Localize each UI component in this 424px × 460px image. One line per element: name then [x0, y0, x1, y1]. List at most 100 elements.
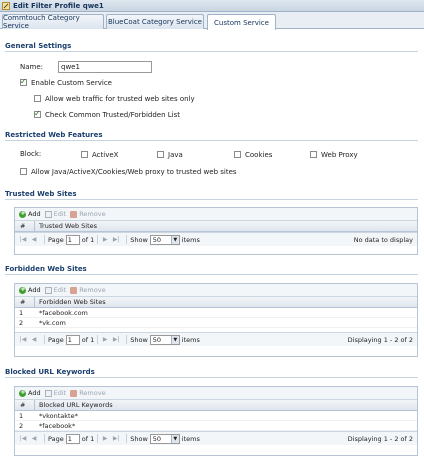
grid-pager: |◀ ◀ Page 1 of 1 ▶ ▶| Show 50 ▼ items Dis… [15, 332, 417, 346]
name-label: Name: [20, 63, 44, 71]
block-activex-checkbox[interactable] [81, 151, 88, 158]
page-of-label: of 1 [81, 335, 95, 344]
prev-page-icon[interactable]: ◀ [30, 336, 38, 344]
table-row[interactable]: 1 *vkontakte* [15, 411, 417, 421]
page-size-select[interactable]: 50 ▼ [149, 433, 180, 444]
divider [44, 335, 45, 344]
last-page-icon[interactable]: ▶| [112, 236, 120, 244]
column-keywords-header[interactable]: Blocked URL Keywords [35, 400, 417, 410]
next-page-icon[interactable]: ▶ [101, 236, 109, 244]
edit-button[interactable]: Edit [44, 389, 67, 397]
divider [5, 377, 418, 378]
blocked-keywords-title: Blocked URL Keywords [5, 368, 95, 376]
allow-trusted-features-checkbox[interactable] [20, 168, 27, 175]
blocked-keywords-grid: Add Edit Remove # Blocked URL Keywords 1… [14, 386, 418, 456]
row-value: *facebook.com [39, 309, 88, 317]
add-icon [19, 209, 26, 218]
enable-custom-service-checkbox[interactable] [20, 77, 27, 86]
tab-commtouch[interactable]: Commtouch Category Service [2, 14, 104, 30]
column-trusted-header[interactable]: Trusted Web Sites [35, 221, 417, 231]
remove-button[interactable]: Remove [70, 286, 106, 294]
block-activex-label: ActiveX [92, 151, 119, 159]
allow-trusted-only-checkbox[interactable] [34, 95, 41, 102]
grid-toolbar: Add Edit Remove [15, 387, 417, 400]
edit-button[interactable]: Edit [44, 286, 66, 294]
forbidden-sites-grid: Add Edit Remove # Forbidden Web Sites 1 … [14, 283, 418, 357]
grid-status: No data to display [353, 236, 413, 244]
tab-custom-service[interactable]: Custom Service [207, 14, 276, 30]
grid-header: # Trusted Web Sites [15, 221, 417, 232]
divider [126, 434, 128, 443]
show-label: Show [130, 335, 148, 344]
check-common-list-label: Check Common Trusted/Forbidden List [45, 111, 180, 119]
divider [44, 235, 45, 244]
page-label: Page [48, 235, 64, 244]
grid-toolbar: Add Edit Remove [15, 284, 417, 297]
edit-label: Edit [53, 210, 67, 218]
prev-page-icon[interactable]: ◀ [30, 435, 38, 443]
prev-page-icon[interactable]: ◀ [30, 236, 38, 244]
block-web-proxy-checkbox[interactable] [310, 151, 317, 158]
divider [126, 235, 128, 244]
page-of-label: of 1 [81, 235, 95, 244]
row-value: *vkontakte* [39, 412, 78, 420]
page-label: Page [48, 434, 64, 443]
name-input[interactable]: qwe1 [58, 61, 152, 73]
add-button[interactable]: Add [19, 285, 41, 294]
table-row[interactable]: 2 *facebook* [15, 421, 417, 431]
remove-button[interactable]: Remove [70, 389, 106, 397]
row-value: *facebook* [39, 422, 76, 430]
edit-icon [44, 286, 52, 294]
page-input[interactable]: 1 [65, 433, 80, 444]
divider [5, 140, 418, 141]
add-button[interactable]: Add [19, 388, 41, 397]
next-page-icon[interactable]: ▶ [101, 435, 109, 443]
chevron-down-icon: ▼ [170, 235, 179, 244]
column-number-header[interactable]: # [15, 400, 35, 410]
page-input[interactable]: 1 [65, 234, 80, 245]
page-size-value: 50 [152, 434, 162, 443]
general-settings-title: General Settings [5, 42, 72, 50]
tab-bluecoat[interactable]: BlueCoat Category Service [106, 14, 204, 29]
column-forbidden-header[interactable]: Forbidden Web Sites [35, 297, 417, 307]
edit-label: Edit [53, 389, 67, 397]
table-row[interactable]: 1 *facebook.com [15, 308, 417, 318]
page-input[interactable]: 1 [65, 334, 80, 345]
divider [44, 434, 45, 443]
first-page-icon[interactable]: |◀ [19, 336, 27, 344]
remove-button[interactable]: Remove [70, 210, 106, 218]
first-page-icon[interactable]: |◀ [19, 236, 27, 244]
edit-button[interactable]: Edit [44, 210, 67, 218]
chevron-down-icon: ▼ [170, 434, 179, 443]
add-button[interactable]: Add [19, 209, 41, 218]
block-cookies-checkbox[interactable] [234, 151, 241, 158]
show-label: Show [130, 235, 148, 244]
restricted-features-title: Restricted Web Features [5, 131, 103, 139]
column-number-header[interactable]: # [15, 221, 35, 231]
add-label: Add [28, 286, 41, 294]
check-common-list-checkbox[interactable] [34, 109, 41, 118]
allow-trusted-only-label: Allow web traffic for trusted web sites … [45, 95, 195, 103]
page-size-select[interactable]: 50 ▼ [149, 334, 180, 345]
allow-trusted-features-label: Allow Java/ActiveX/Cookies/Web proxy to … [31, 168, 237, 176]
first-page-icon[interactable]: |◀ [19, 435, 27, 443]
column-number-header[interactable]: # [15, 297, 35, 307]
chevron-down-icon: ▼ [170, 335, 179, 344]
enable-custom-service-label: Enable Custom Service [31, 79, 112, 87]
add-icon [19, 388, 26, 397]
last-page-icon[interactable]: ▶| [112, 336, 120, 344]
divider [97, 434, 99, 443]
row-value: *vk.com [39, 319, 66, 327]
page-label: Page [48, 335, 64, 344]
next-page-icon[interactable]: ▶ [101, 336, 109, 344]
edit-icon [44, 389, 52, 397]
table-row[interactable]: 2 *vk.com [15, 318, 417, 328]
trusted-sites-grid: Add Edit Remove # Trusted Web Sites |◀ ◀… [14, 207, 418, 255]
page-size-select[interactable]: 50 ▼ [149, 234, 180, 245]
grid-toolbar: Add Edit Remove [15, 208, 417, 221]
add-label: Add [28, 389, 41, 397]
block-cookies-label: Cookies [245, 151, 273, 159]
block-java-checkbox[interactable] [157, 151, 164, 158]
last-page-icon[interactable]: ▶| [112, 435, 120, 443]
remove-label: Remove [79, 210, 106, 218]
